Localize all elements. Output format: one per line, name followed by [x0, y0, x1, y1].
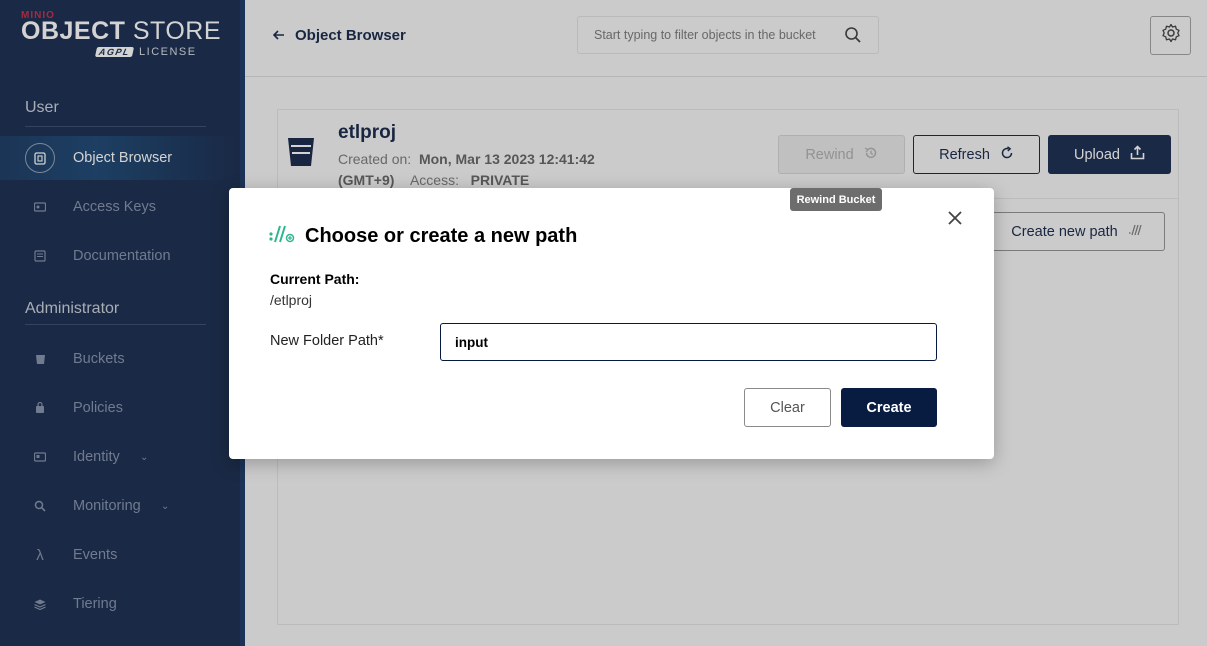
clear-button[interactable]: Clear	[744, 388, 831, 427]
rewind-tooltip: Rewind Bucket	[790, 188, 882, 211]
new-path-dialog: Choose or create a new path Current Path…	[229, 188, 994, 459]
create-button[interactable]: Create	[841, 388, 937, 427]
dialog-title-text: Choose or create a new path	[305, 225, 578, 247]
new-path-icon	[269, 225, 295, 248]
new-folder-path-input[interactable]	[440, 323, 937, 361]
current-path-label: Current Path:	[270, 271, 360, 287]
dialog-title: Choose or create a new path	[269, 225, 577, 248]
current-path-value: /etlproj	[270, 292, 313, 308]
new-folder-path-label: New Folder Path*	[270, 333, 384, 349]
close-icon[interactable]	[945, 208, 965, 228]
